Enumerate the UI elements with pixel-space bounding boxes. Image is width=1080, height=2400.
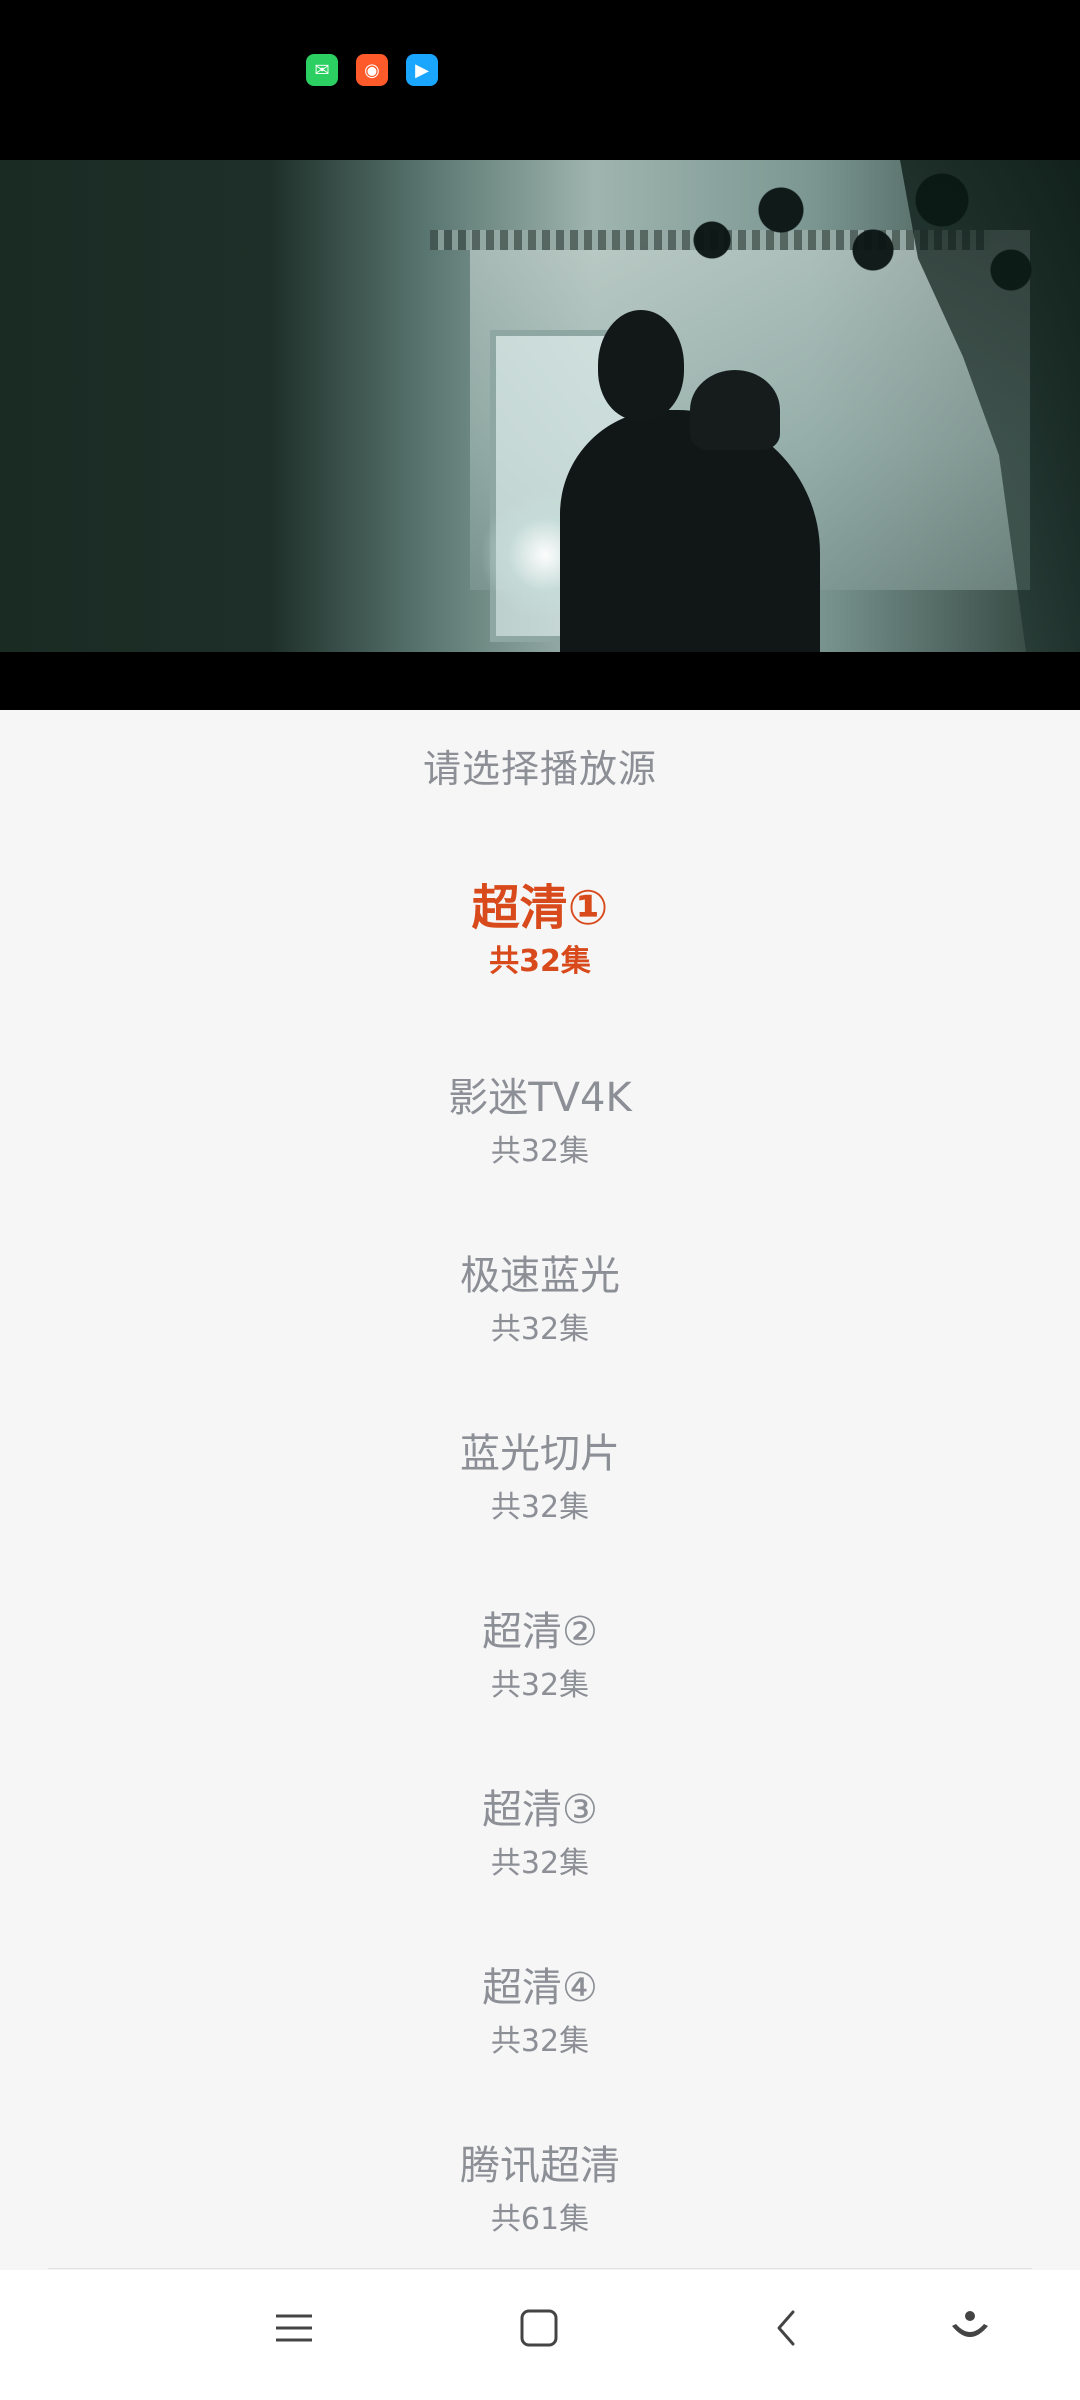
- source-item-chaoqing-2[interactable]: 超清② 共32集: [0, 1604, 1080, 1754]
- source-item-chaoqing-4[interactable]: 超清④ 共32集: [0, 1960, 1080, 2110]
- back-icon[interactable]: [757, 2298, 817, 2358]
- source-item-jisu-languang[interactable]: 极速蓝光 共32集: [0, 1248, 1080, 1398]
- source-name: 蓝光切片: [460, 1431, 620, 1477]
- status-bar: ✉ ◉ ▶: [0, 0, 1080, 160]
- source-item-languang-qiepian[interactable]: 蓝光切片 共32集: [0, 1426, 1080, 1576]
- video-scene-figure-hood: [690, 370, 780, 450]
- source-name: 超清④: [482, 1965, 598, 2011]
- source-episode-count: 共32集: [490, 1490, 590, 1525]
- source-select-panel: 请选择播放源 超清① 共32集 影迷TV4K 共32集 极速蓝光 共32集 蓝光…: [0, 710, 1080, 2270]
- source-name: 超清①: [471, 880, 609, 936]
- video-frame[interactable]: [0, 160, 1080, 652]
- source-name: 超清③: [482, 1787, 598, 1833]
- nav-divider: [48, 2268, 1032, 2269]
- source-episode-count: 共32集: [490, 1312, 590, 1347]
- source-name: 影迷TV4K: [448, 1075, 632, 1121]
- home-icon[interactable]: [509, 2298, 569, 2358]
- source-episode-count: 共32集: [490, 1134, 590, 1169]
- source-item-yingmi-tv4k[interactable]: 影迷TV4K 共32集: [0, 1070, 1080, 1220]
- source-name: 腾讯超清: [460, 2143, 620, 2189]
- assistant-icon[interactable]: [940, 2298, 1000, 2358]
- source-item-chaoqing-3[interactable]: 超清③ 共32集: [0, 1782, 1080, 1932]
- source-episode-count: 共32集: [489, 944, 591, 979]
- source-item-chaoqing-1[interactable]: 超清① 共32集: [0, 880, 1080, 1030]
- source-item-tencent-chaoqing[interactable]: 腾讯超清 共61集: [0, 2138, 1080, 2288]
- source-episode-count: 共32集: [490, 1846, 590, 1881]
- source-name: 极速蓝光: [460, 1253, 620, 1299]
- system-nav-bar: [0, 2270, 1080, 2400]
- panel-title: 请选择播放源: [422, 747, 657, 791]
- video-player[interactable]: [0, 160, 1080, 710]
- source-name: 超清②: [482, 1609, 598, 1655]
- menu-icon[interactable]: [264, 2298, 324, 2358]
- source-episode-count: 共32集: [490, 1668, 590, 1703]
- source-episode-count: 共61集: [490, 2202, 590, 2237]
- video-app-icon: ▶: [406, 54, 438, 86]
- source-episode-count: 共32集: [490, 2024, 590, 2059]
- wechat-icon: ✉: [306, 54, 338, 86]
- kuaishou-icon: ◉: [356, 54, 388, 86]
